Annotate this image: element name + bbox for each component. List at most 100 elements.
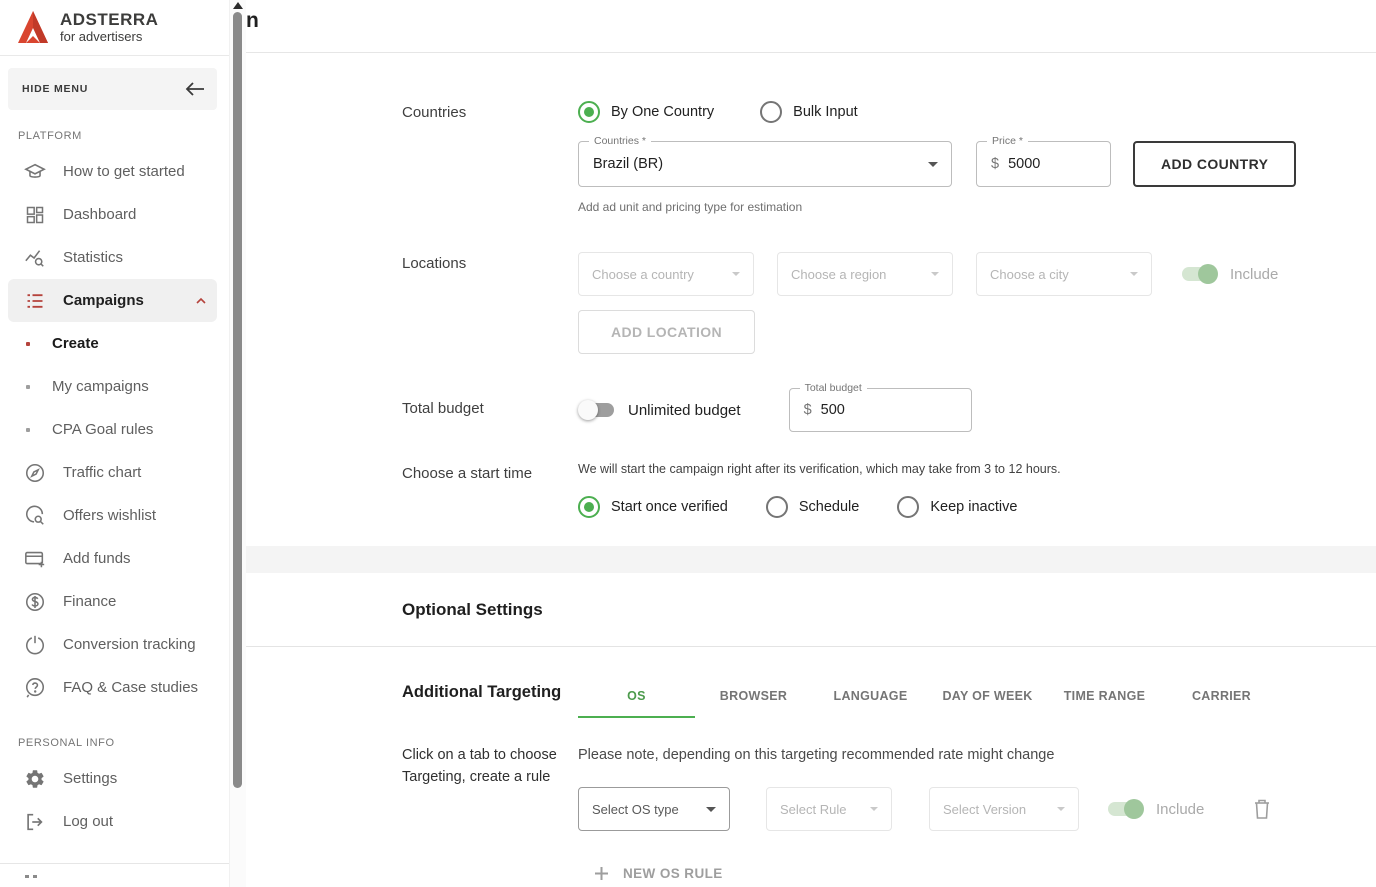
wishlist-search-icon — [24, 505, 46, 527]
adsterra-logo-icon — [18, 10, 48, 44]
arrow-left-icon — [185, 81, 205, 97]
chevron-down-icon — [1130, 272, 1138, 276]
page-header: n — [246, 0, 1376, 53]
page-title-partial: n — [246, 9, 259, 33]
locations-selects-row: Choose a country Choose a region Choose … — [578, 252, 1376, 296]
tab-browser[interactable]: BROWSER — [695, 675, 812, 718]
logout-icon — [24, 811, 46, 833]
start-time-note: We will start the campaign right after i… — [578, 462, 1376, 476]
optional-settings-header: Optional Settings — [246, 573, 1376, 647]
tab-carrier[interactable]: CARRIER — [1163, 675, 1280, 718]
sidebar-item-settings[interactable]: Settings — [8, 757, 217, 800]
chevron-down-icon — [928, 162, 938, 167]
countries-row: Countries By One Country Bulk Input — [402, 101, 1376, 214]
total-budget-label: Total budget — [402, 388, 578, 432]
rule-include-toggle[interactable] — [1106, 798, 1144, 820]
select-version[interactable]: Select Version — [929, 787, 1079, 831]
include-label: Include — [1230, 266, 1278, 283]
radio-keep-inactive[interactable]: Keep inactive — [897, 496, 1017, 518]
radio-icon — [760, 101, 782, 123]
sidebar-subitem-create[interactable]: Create — [8, 322, 230, 365]
settings-gear-icon — [24, 768, 46, 790]
radio-schedule[interactable]: Schedule — [766, 496, 859, 518]
tab-day-of-week[interactable]: DAY OF WEEK — [929, 675, 1046, 718]
chevron-down-icon — [931, 272, 939, 276]
chevron-down-icon — [706, 807, 716, 812]
total-budget-field[interactable]: Total budget $ — [789, 388, 972, 432]
targeting-note: Please note, depending on this targeting… — [578, 744, 1376, 763]
price-field[interactable]: Price * $ — [976, 141, 1111, 187]
sidebar-item-add-funds[interactable]: Add funds — [8, 537, 217, 580]
chevron-down-icon — [732, 272, 740, 276]
select-os-type[interactable]: Select OS type — [578, 787, 730, 831]
start-time-row: Choose a start time We will start the ca… — [402, 462, 1376, 518]
include-label: Include — [1156, 801, 1204, 818]
total-budget-row: Total budget Unlimited budget Total budg… — [402, 388, 1376, 432]
bullet-icon — [26, 428, 30, 432]
graduation-cap-icon — [24, 161, 46, 183]
hide-menu-button[interactable]: HIDE MENU — [8, 68, 217, 110]
radio-icon — [578, 101, 600, 123]
targeting-tabs: OS BROWSER LANGUAGE DAY OF WEEK TIME RAN… — [578, 675, 1376, 718]
radio-start-once-verified[interactable]: Start once verified — [578, 496, 728, 518]
radio-by-one-country[interactable]: By One Country — [578, 101, 714, 123]
delete-rule-button[interactable] — [1252, 798, 1272, 820]
sidebar-scrollbar — [229, 0, 246, 887]
sidebar-item-log-out[interactable]: Log out — [8, 800, 217, 843]
os-rule-row: Select OS type Select Rule Select Versio… — [578, 787, 1376, 831]
conversion-tracking-icon — [24, 634, 46, 656]
bullet-icon — [26, 385, 30, 389]
scrollbar-thumb[interactable] — [233, 12, 242, 788]
campaigns-list-icon — [24, 290, 46, 312]
locations-include-toggle[interactable] — [1180, 263, 1218, 285]
radio-icon — [578, 496, 600, 518]
price-input[interactable] — [999, 155, 1090, 173]
currency-symbol: $ — [790, 402, 812, 418]
compass-icon — [24, 462, 46, 484]
unlimited-budget-toggle[interactable] — [578, 399, 616, 421]
platform-section-label: PLATFORM — [18, 130, 230, 142]
tab-time-range[interactable]: TIME RANGE — [1046, 675, 1163, 718]
currency-symbol: $ — [977, 156, 999, 172]
new-os-rule-button[interactable]: NEW OS RULE — [588, 865, 729, 882]
estimation-helper-text: Add ad unit and pricing type for estimat… — [578, 200, 1376, 214]
sidebar-subitem-cpa-goal-rules[interactable]: CPA Goal rules — [8, 408, 230, 451]
sidebar-item-dashboard[interactable]: Dashboard — [8, 193, 217, 236]
sidebar-item-campaigns[interactable]: Campaigns — [8, 279, 217, 322]
countries-select[interactable]: Countries * Brazil (BR) — [578, 141, 952, 187]
sidebar-item-finance[interactable]: Finance — [8, 580, 217, 623]
faq-question-icon — [24, 677, 46, 699]
choose-region-select[interactable]: Choose a region — [777, 252, 953, 296]
sidebar-item-traffic-chart[interactable]: Traffic chart — [8, 451, 217, 494]
add-country-button[interactable]: ADD COUNTRY — [1133, 141, 1296, 187]
brand-name: ADSTERRA — [60, 10, 158, 29]
add-location-button[interactable]: ADD LOCATION — [578, 310, 755, 354]
sidebar-subitem-my-campaigns[interactable]: My campaigns — [8, 365, 230, 408]
sidebar-item-conversion-tracking[interactable]: Conversion tracking — [8, 623, 217, 666]
countries-fields-row: Countries * Brazil (BR) Price * $ ADD CO… — [578, 141, 1376, 187]
targeting-hint: Click on a tab to choose Targeting, crea… — [402, 744, 564, 882]
sidebar-item-faq-case-studies[interactable]: FAQ & Case studies — [8, 666, 217, 709]
radio-bulk-input[interactable]: Bulk Input — [760, 101, 858, 123]
tab-language[interactable]: LANGUAGE — [812, 675, 929, 718]
locations-row: Locations Choose a country Choose a regi… — [402, 252, 1376, 354]
bullet-icon — [26, 342, 30, 346]
tab-os[interactable]: OS — [578, 675, 695, 718]
personal-info-section-label: PERSONAL INFO — [18, 737, 230, 749]
total-budget-input[interactable] — [812, 401, 903, 419]
optional-settings-heading: Optional Settings — [402, 600, 1376, 620]
chevron-down-icon — [870, 807, 878, 811]
sidebar-item-offers-wishlist[interactable]: Offers wishlist — [8, 494, 217, 537]
scroll-up-arrow[interactable] — [233, 2, 243, 9]
finance-dollar-icon — [24, 591, 46, 613]
partial-icon — [25, 875, 230, 878]
trash-icon — [1252, 798, 1272, 820]
sidebar-item-how-to-get-started[interactable]: How to get started — [8, 150, 217, 193]
choose-city-select[interactable]: Choose a city — [976, 252, 1152, 296]
choose-country-select[interactable]: Choose a country — [578, 252, 754, 296]
chevron-down-icon — [1057, 807, 1065, 811]
sidebar-item-statistics[interactable]: Statistics — [8, 236, 217, 279]
statistics-chart-icon — [24, 247, 46, 269]
start-time-label: Choose a start time — [402, 462, 578, 518]
select-rule[interactable]: Select Rule — [766, 787, 892, 831]
